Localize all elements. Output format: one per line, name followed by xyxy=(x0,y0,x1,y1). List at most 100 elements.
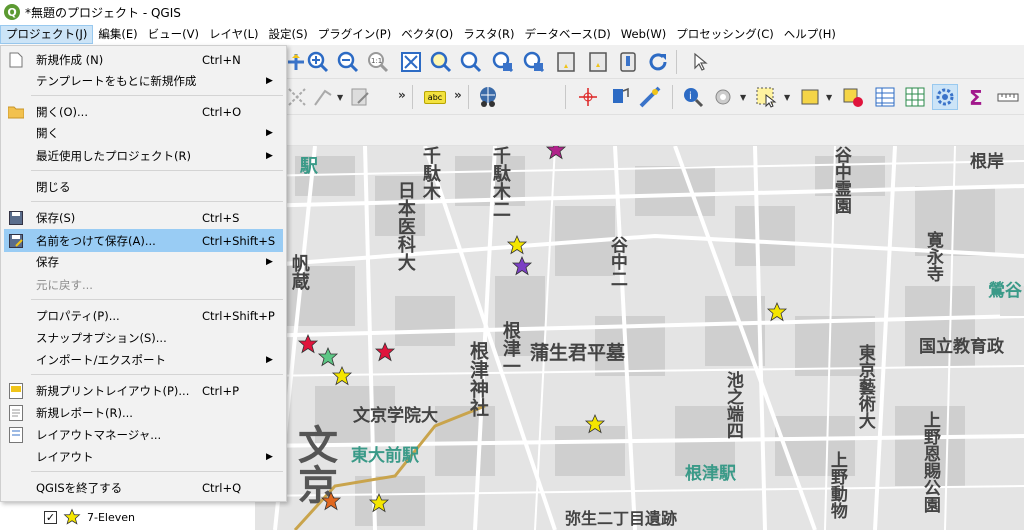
select-value-dropdown-icon[interactable]: ▼ xyxy=(826,93,832,102)
digitize-icon[interactable] xyxy=(310,84,336,110)
toolbar-separator xyxy=(565,85,566,109)
menu-plugins[interactable]: プラグイン(P) xyxy=(313,25,396,44)
zoom-to-selection-icon[interactable] xyxy=(428,49,454,75)
menu-database[interactable]: データベース(D) xyxy=(520,25,616,44)
menu-recent-projects[interactable]: 最近使用したプロジェクト(R) ▶ xyxy=(4,144,283,167)
edit-attributes-icon[interactable] xyxy=(347,84,373,110)
menu-properties[interactable]: プロパティ(P)... Ctrl+Shift+P xyxy=(4,304,283,327)
layout-manager-icon xyxy=(8,426,24,443)
menu-raster[interactable]: ラスタ(R) xyxy=(458,25,519,44)
digitize-dropdown-icon[interactable]: ▼ xyxy=(337,93,343,102)
deselect-all-icon[interactable] xyxy=(840,84,866,110)
layer-item[interactable]: ✓ 7-Eleven xyxy=(0,504,255,530)
window-title: *無題のプロジェクト - QGIS xyxy=(25,5,181,20)
open-attribute-table-icon[interactable] xyxy=(872,84,898,110)
map-label-yanaka: 谷中二 xyxy=(606,236,627,287)
menu-save-as[interactable]: 名前をつけて保存(A)... Ctrl+Shift+S xyxy=(4,229,283,252)
select-by-value-icon[interactable] xyxy=(797,84,823,110)
menu-layouts[interactable]: レイアウト ▶ xyxy=(4,445,283,468)
menu-new-project[interactable]: 新規作成 (N) Ctrl+N xyxy=(4,48,283,71)
menu-separator xyxy=(31,471,283,472)
refresh-icon[interactable] xyxy=(645,49,671,75)
menu-save-to[interactable]: 保存 ▶ xyxy=(4,250,283,273)
menu-open-from[interactable]: 開く ▶ xyxy=(4,121,283,144)
zoom-to-layer-icon[interactable] xyxy=(458,49,484,75)
menu-import-export[interactable]: インポート/エクスポート ▶ xyxy=(4,348,283,371)
select-features-icon[interactable] xyxy=(753,84,779,110)
svg-text:1:1: 1:1 xyxy=(371,57,382,65)
temporal-controller-icon[interactable] xyxy=(615,49,641,75)
menu-web[interactable]: Web(W) xyxy=(616,25,671,44)
coordinate-capture-icon[interactable] xyxy=(575,84,601,110)
zoom-in-icon[interactable] xyxy=(305,49,331,75)
map-label-todaimae: 東大前駅 xyxy=(351,446,419,466)
submenu-arrow-icon: ▶ xyxy=(266,127,273,138)
toolbar-separator xyxy=(412,85,413,109)
menu-project[interactable]: プロジェクト(J) xyxy=(0,25,94,44)
menu-separator xyxy=(31,374,283,375)
menu-view[interactable]: ビュー(V) xyxy=(143,25,204,44)
gps-tool-icon[interactable] xyxy=(606,84,632,110)
map-streets xyxy=(255,146,1024,530)
menu-edit[interactable]: 編集(E) xyxy=(93,25,142,44)
layer-visibility-checkbox[interactable]: ✓ xyxy=(44,510,57,524)
map-label-nezu-station: 根津駅 xyxy=(685,464,736,484)
action-icon[interactable] xyxy=(710,84,736,110)
globe-plugin-icon[interactable] xyxy=(475,84,501,110)
label-tool-icon[interactable]: abc xyxy=(420,84,450,110)
zoom-full-icon[interactable] xyxy=(398,49,424,75)
menu-help[interactable]: ヘルプ(H) xyxy=(779,25,841,44)
menu-vector[interactable]: ベクタ(O) xyxy=(396,25,458,44)
map-label-nichii: 日本医科大 xyxy=(394,181,416,271)
menu-separator xyxy=(31,95,283,96)
map-label-kokuritsu: 国立教育政 xyxy=(919,337,1004,357)
map-label-gamou: 蒲生君平墓 xyxy=(530,342,626,364)
new-bookmark-icon[interactable] xyxy=(553,49,579,75)
menu-settings[interactable]: 設定(S) xyxy=(264,25,313,44)
menu-layout-manager[interactable]: レイアウトマネージャ... xyxy=(4,423,283,446)
menu-close[interactable]: 閉じる xyxy=(4,175,283,198)
menu-new-from-template[interactable]: テンプレートをもとに新規作成 ▶ xyxy=(4,69,283,92)
zoom-last-icon[interactable] xyxy=(490,49,516,75)
toolbar-separator xyxy=(672,85,673,109)
zoom-next-icon[interactable] xyxy=(521,49,547,75)
select-dropdown-icon[interactable]: ▼ xyxy=(784,93,790,102)
menu-separator xyxy=(31,201,283,202)
select-tool-icon[interactable] xyxy=(688,49,714,75)
measure-line-icon[interactable] xyxy=(995,84,1021,110)
statistics-icon[interactable] xyxy=(902,84,928,110)
map-label-uguisudani: 鶯谷 xyxy=(988,281,1022,301)
map-label-yanaka-cemetery: 谷中霊園 xyxy=(830,146,851,214)
map-label-tokyo-geidai: 東京藝術大 xyxy=(854,344,875,429)
processing-toolbox-icon[interactable] xyxy=(932,84,958,110)
zoom-out-icon[interactable] xyxy=(335,49,361,75)
action-dropdown-icon[interactable]: ▼ xyxy=(740,93,746,102)
menu-new-print-layout[interactable]: 新規プリントレイアウト(P)... Ctrl+P xyxy=(4,379,283,402)
sum-statistics-icon[interactable]: Σ xyxy=(964,84,990,110)
menu-exit-qgis[interactable]: QGISを終了する Ctrl+Q xyxy=(4,476,283,499)
new-report-icon xyxy=(8,404,24,421)
show-bookmarks-icon[interactable] xyxy=(585,49,611,75)
menu-save[interactable]: 保存(S) Ctrl+S xyxy=(4,206,283,229)
menu-snapping-options[interactable]: スナップオプション(S)... xyxy=(4,326,283,349)
georeferencer-icon[interactable] xyxy=(637,84,663,110)
zoom-native-icon[interactable]: 1:1 xyxy=(365,49,391,75)
menu-processing[interactable]: プロセッシング(C) xyxy=(671,25,779,44)
menu-layer[interactable]: レイヤ(L) xyxy=(204,25,264,44)
submenu-arrow-icon: ▶ xyxy=(266,451,273,462)
menu-open[interactable]: 開く(O)... Ctrl+O xyxy=(4,100,283,123)
layer-name: 7-Eleven xyxy=(87,510,135,524)
new-print-layout-icon xyxy=(8,382,24,399)
menu-new-report[interactable]: 新規レポート(R)... xyxy=(4,401,283,424)
map-label-nezu: 根津一 xyxy=(499,321,521,375)
overflow-chevron-icon[interactable]: » xyxy=(398,88,406,102)
map-label-yayoi: 弥生二丁目遺跡 xyxy=(565,509,678,528)
map-canvas[interactable]: 千駄木 千駄木二 日本医科大 駅 帆蔵 根津神社 根津一 蒲生君平墓 文京学院大… xyxy=(255,146,1024,530)
submenu-arrow-icon: ▶ xyxy=(266,354,273,365)
toolbar-separator xyxy=(468,85,469,109)
overflow-chevron-icon[interactable]: » xyxy=(454,88,462,102)
node-tool-icon[interactable] xyxy=(284,84,310,110)
title-bar: Q *無題のプロジェクト - QGIS xyxy=(0,0,1024,24)
map-label-kanei: 寛永寺 xyxy=(922,231,943,282)
identify-features-icon[interactable]: i xyxy=(680,84,706,110)
